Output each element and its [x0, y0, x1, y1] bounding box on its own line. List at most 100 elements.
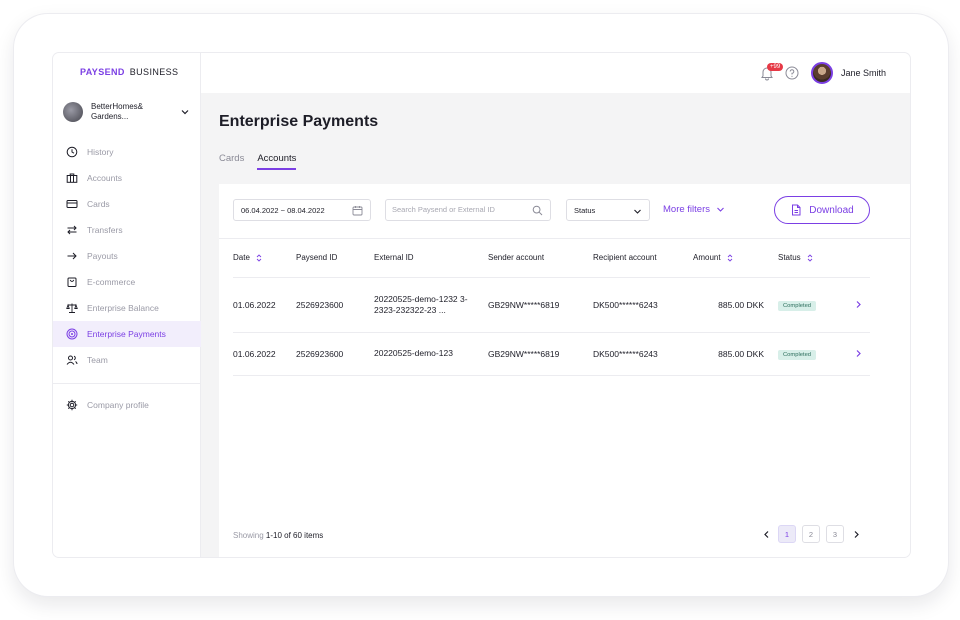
pagination: 1 2 3	[757, 525, 865, 543]
column-header-paysend-id: Paysend ID	[296, 239, 374, 278]
payments-table: Date Paysend ID External ID Sender accou…	[233, 239, 870, 376]
search-icon[interactable]	[532, 205, 543, 216]
download-label: Download	[809, 204, 854, 216]
page-button-3[interactable]: 3	[826, 525, 844, 543]
sidebar-item-enterprise-payments[interactable]: Enterprise Payments	[53, 321, 201, 347]
showing-prefix: Showing	[233, 531, 264, 540]
column-header-actions	[844, 239, 870, 278]
status-select[interactable]: Status	[566, 199, 650, 221]
next-page-button[interactable]	[847, 525, 865, 543]
cell-action	[844, 277, 870, 333]
more-filters-label: More filters	[663, 204, 710, 215]
status-badge: Completed	[778, 300, 817, 311]
help-icon[interactable]	[785, 66, 799, 80]
column-label: Amount	[693, 253, 721, 263]
sidebar-item-company-profile[interactable]: Company profile	[53, 392, 201, 418]
tab-cards[interactable]: Cards	[219, 153, 244, 170]
user-name[interactable]: Jane Smith	[841, 68, 886, 78]
column-header-external-id: External ID	[374, 239, 488, 278]
search-input[interactable]	[392, 205, 522, 214]
cell-status: Completed	[778, 277, 844, 333]
cell-paysend-id: 2526923600	[296, 277, 374, 333]
app-window: PAYSEND BUSINESS BetterHomes& Gardens...…	[53, 53, 910, 557]
chevron-down-icon	[717, 207, 724, 212]
org-switcher[interactable]: BetterHomes& Gardens...	[63, 100, 191, 124]
table-row[interactable]: 01.06.2022 2526923600 20220525-demo-1232…	[233, 277, 870, 333]
sidebar-divider	[53, 383, 201, 384]
sidebar-item-team[interactable]: Team	[53, 347, 201, 373]
download-button[interactable]: Download	[774, 196, 870, 224]
cell-amount: 885.00 DKK	[693, 332, 778, 376]
status-select-value: Status	[574, 205, 596, 215]
clock-icon	[66, 146, 78, 158]
chevron-right-icon[interactable]	[854, 349, 863, 358]
document-icon	[792, 204, 801, 216]
cell-action	[844, 332, 870, 376]
top-bar: +99 Jane Smith	[201, 53, 910, 93]
prev-page-button[interactable]	[757, 525, 775, 543]
sidebar-item-payouts[interactable]: Payouts	[53, 243, 201, 269]
logo-brand: PAYSEND	[80, 67, 125, 77]
table-row[interactable]: 01.06.2022 2526923600 20220525-demo-123 …	[233, 332, 870, 376]
scales-icon	[66, 303, 78, 313]
notification-badge: +99	[767, 63, 784, 71]
column-label: Date	[233, 253, 250, 263]
sidebar-item-transfers[interactable]: Transfers	[53, 217, 201, 243]
sort-icon	[807, 254, 813, 262]
chevron-right-icon	[854, 530, 859, 538]
chevron-left-icon	[763, 530, 768, 538]
shopping-bag-icon	[67, 277, 77, 287]
sidebar-item-label: Payouts	[87, 251, 118, 261]
chevron-down-icon	[181, 110, 189, 115]
sidebar-item-label: Enterprise Payments	[87, 329, 166, 339]
arrow-right-icon	[67, 252, 77, 260]
cell-status: Completed	[778, 332, 844, 376]
transfer-icon	[67, 225, 77, 235]
sort-icon	[256, 254, 262, 262]
sidebar-profile-section: Company profile	[53, 392, 201, 418]
sidebar-item-label: Cards	[87, 199, 110, 209]
chevron-down-icon	[634, 209, 641, 214]
cell-date: 01.06.2022	[233, 332, 296, 376]
tab-accounts[interactable]: Accounts	[257, 153, 297, 170]
date-range-field[interactable]: 06.04.2022 ~ 08.04.2022	[233, 199, 371, 221]
sidebar-item-enterprise-balance[interactable]: Enterprise Balance	[53, 295, 201, 321]
cell-sender-account: GB29NW*****6819	[488, 332, 593, 376]
sidebar: PAYSEND BUSINESS BetterHomes& Gardens...…	[53, 53, 201, 557]
sidebar-item-e-commerce[interactable]: E-commerce	[53, 269, 201, 295]
column-header-date[interactable]: Date	[233, 239, 296, 278]
avatar[interactable]	[811, 62, 833, 84]
cell-external-id: 20220525-demo-123	[374, 332, 488, 376]
column-header-status[interactable]: Status	[778, 239, 844, 278]
briefcase-icon	[66, 173, 78, 183]
column-label: Status	[778, 253, 801, 263]
cell-date: 01.06.2022	[233, 277, 296, 333]
sidebar-item-label: History	[87, 147, 114, 157]
more-filters-button[interactable]: More filters	[663, 204, 725, 215]
sidebar-item-accounts[interactable]: Accounts	[53, 165, 201, 191]
logo[interactable]: PAYSEND BUSINESS	[80, 67, 178, 77]
sidebar-item-history[interactable]: History	[53, 139, 201, 165]
cell-recipient-account: DK500******6243	[593, 332, 693, 376]
cell-sender-account: GB29NW*****6819	[488, 277, 593, 333]
cell-external-id: 20220525-demo-1232 3-2323-232322-23 ...	[374, 277, 488, 333]
sidebar-item-label: E-commerce	[87, 277, 136, 287]
column-header-amount[interactable]: Amount	[693, 239, 778, 278]
calendar-icon	[352, 206, 363, 216]
chevron-right-icon[interactable]	[854, 300, 863, 309]
sort-icon	[727, 254, 732, 262]
page-title: Enterprise Payments	[219, 113, 379, 130]
page-button-2[interactable]: 2	[802, 525, 820, 543]
page-button-1[interactable]: 1	[778, 525, 796, 543]
cell-amount: 885.00 DKK	[693, 277, 778, 333]
gear-icon	[66, 399, 78, 411]
sidebar-item-label: Team	[87, 355, 108, 365]
search-field	[385, 199, 551, 221]
status-badge: Completed	[778, 349, 817, 360]
payments-card: 06.04.2022 ~ 08.04.2022 Status More filt…	[219, 184, 910, 557]
org-avatar	[63, 102, 83, 122]
sidebar-item-cards[interactable]: Cards	[53, 191, 201, 217]
sidebar-item-label: Transfers	[87, 225, 123, 235]
cell-paysend-id: 2526923600	[296, 332, 374, 376]
sidebar-item-label: Enterprise Balance	[87, 303, 159, 313]
